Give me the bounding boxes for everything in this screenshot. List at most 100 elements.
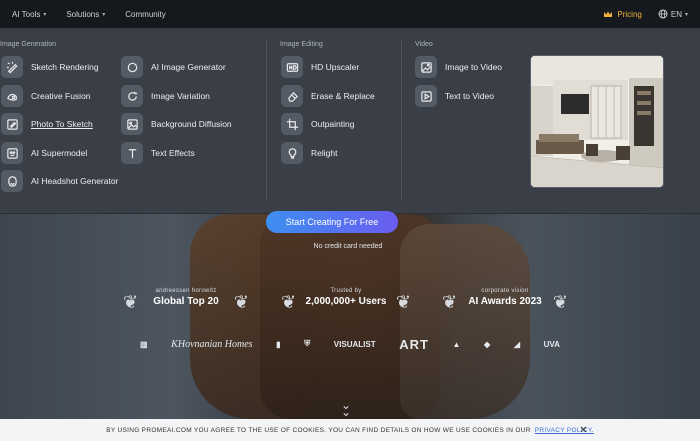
pricing-label: Pricing [617,9,642,19]
chevron-down-icon: ▾ [43,11,47,18]
menu-label: Sketch Rendering [31,62,99,72]
partner-logo-khovnanian: KHovnanian Homes [171,338,253,350]
refresh-icon [121,85,143,107]
menu-sketch-rendering[interactable]: Sketch Rendering [1,56,99,78]
menu-image-variation[interactable]: Image Variation [121,85,210,107]
edit-icon [1,113,23,135]
menu-background-diffusion[interactable]: Background Diffusion [121,113,232,135]
nav-ai-tools[interactable]: AI Tools ▾ [12,10,46,19]
menu-label: Image to Video [445,62,503,72]
nav-community[interactable]: Community [125,10,165,19]
award-title: 2,000,000+ Users [305,296,387,307]
lightbulb-icon [281,142,303,164]
cookie-text: BY USING PROMEAI.COM YOU AGREE TO THE US… [106,426,531,434]
menu-image-to-video[interactable]: Image to Video [415,56,502,78]
nav-community-label: Community [125,9,166,19]
chevron-down-icon: ▾ [684,11,688,18]
globe-icon [658,9,668,19]
video-preview-image[interactable] [530,55,664,188]
menu-label: Text to Video [445,91,494,101]
sketch-icon [1,56,23,78]
section-video: Video [415,41,433,48]
menu-label: Creative Fusion [31,91,91,101]
partner-logo-art: ART [399,336,429,352]
award-global-top-20: ❦ andreessen horowitz Global Top 20 ❦ [121,288,251,322]
nav-solutions[interactable]: Solutions ▾ [66,10,105,19]
top-navigation-bar: AI Tools ▾ Solutions ▾ Community Pricing… [0,0,700,28]
partner-logos: ▥ KHovnanian Homes ▮ ⛨ VISUALIST ART ▲ ◆… [140,334,560,354]
play-icon [415,85,437,107]
award-title: AI Awards 2023 [468,296,542,307]
menu-label: Image Variation [151,91,210,101]
award-title: Global Top 20 [153,296,219,307]
laurel-left-icon: ❦ [281,292,297,312]
divider [266,40,267,200]
menu-label: Relight [311,148,338,158]
nav-solutions-label: Solutions [66,9,100,19]
award-source: andreessen horowitz [155,288,217,294]
partner-logo-bar: ▮ [276,339,281,349]
award-source: corporate vision [481,288,529,294]
partner-logo-crest: ⛨ [304,339,311,348]
section-image-generation: Image Generation [0,41,57,48]
menu-label: HD Upscaler [311,62,360,72]
fusion-icon [1,85,23,107]
partner-logo-mark: ▥ [140,339,148,349]
menu-text-effects[interactable]: Text Effects [121,142,195,164]
close-icon[interactable]: ✕ [579,425,588,436]
partner-logo-uva: UVA [543,339,560,349]
menu-outpainting[interactable]: Outpainting [281,113,354,135]
circle-icon [121,56,143,78]
menu-label: AI Supermodel [31,148,88,158]
cookie-banner: BY USING PROMEAI.COM YOU AGREE TO THE US… [0,419,700,441]
menu-label: Outpainting [311,119,355,129]
menu-creative-fusion[interactable]: Creative Fusion [1,85,91,107]
partner-logo-adobe: ▲ [452,339,461,349]
laurel-left-icon: ❦ [123,292,139,312]
menu-label: AI Headshot Generator [31,176,119,186]
supermodel-icon [1,142,23,164]
nav-ai-tools-label: AI Tools [12,9,41,19]
menu-hd-upscaler[interactable]: HD Upscaler [281,56,359,78]
menu-erase-replace[interactable]: Erase & Replace [281,85,375,107]
text-icon [121,142,143,164]
language-label: EN [670,9,682,19]
hd-icon [281,56,303,78]
scroll-down-icon[interactable]: ⌄ ⌄ [338,399,354,418]
menu-ai-headshot-generator[interactable]: AI Headshot Generator [1,170,121,192]
pricing-link[interactable]: Pricing [603,9,642,19]
ai-tools-dropdown: Image Generation Image Editing Video Ske… [0,28,700,214]
start-creating-button[interactable]: Start Creating For Free [266,211,398,233]
laurel-right-icon: ❦ [395,292,411,312]
chevron-down-icon: ▾ [102,11,106,18]
laurel-right-icon: ❦ [233,292,249,312]
menu-label: Photo To Sketch [31,119,93,129]
topbar-right: Pricing EN ▾ [603,9,688,19]
headshot-icon [1,170,23,192]
award-source: Trusted by [330,288,362,294]
award-trusted-users: ❦ Trusted by 2,000,000+ Users ❦ [281,288,411,322]
menu-label: AI Image Generator [151,62,226,72]
eraser-icon [281,85,303,107]
image-icon [121,113,143,135]
crown-icon [604,11,613,17]
menu-label: Background Diffusion [151,119,232,129]
menu-photo-to-sketch[interactable]: Photo To Sketch [1,113,93,135]
menu-ai-supermodel[interactable]: AI Supermodel [1,142,87,164]
menu-relight[interactable]: Relight [281,142,337,164]
partner-logo-stack: ◆ [484,339,491,349]
laurel-left-icon: ❦ [442,292,458,312]
section-image-editing: Image Editing [280,41,323,48]
no-credit-card-note: No credit card needed [313,243,383,250]
image-video-icon [415,56,437,78]
partner-logo-swoosh: ◢ [513,339,520,349]
menu-label: Text Effects [151,148,195,158]
divider [401,40,402,200]
menu-text-to-video[interactable]: Text to Video [415,85,494,107]
menu-label: Erase & Replace [311,91,375,101]
crop-icon [281,113,303,135]
laurel-right-icon: ❦ [552,292,568,312]
partner-logo-visualist: VISUALIST [333,339,376,349]
language-selector[interactable]: EN ▾ [658,9,688,19]
menu-ai-image-generator[interactable]: AI Image Generator [121,56,226,78]
